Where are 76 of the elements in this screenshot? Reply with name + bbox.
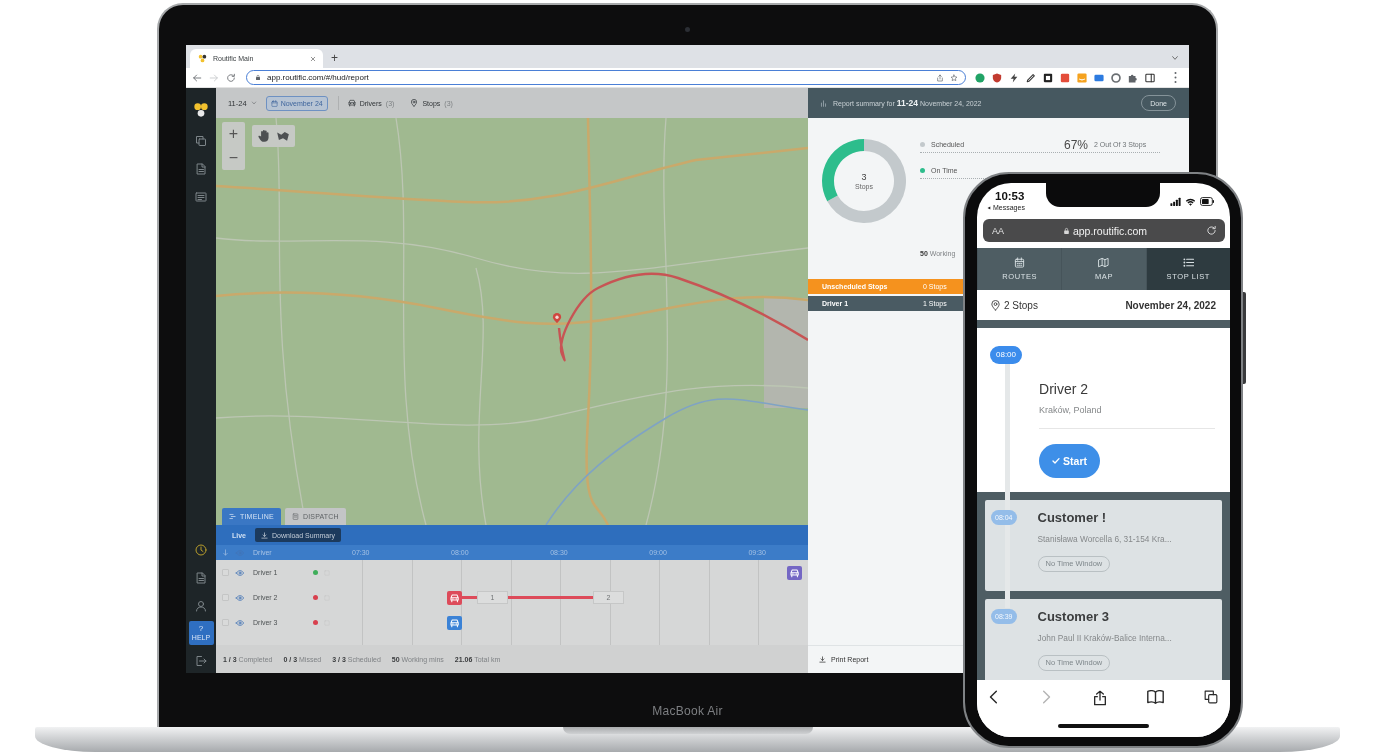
zoom-in-button[interactable]: + bbox=[222, 122, 245, 146]
book-icon[interactable] bbox=[1146, 690, 1164, 704]
copy-icon[interactable] bbox=[195, 135, 207, 147]
square-icon[interactable] bbox=[1043, 72, 1053, 83]
map-pin-icon bbox=[552, 312, 562, 325]
clock-icon[interactable] bbox=[195, 544, 207, 556]
share-icon[interactable] bbox=[1092, 690, 1107, 706]
document-icon[interactable] bbox=[195, 163, 207, 175]
caret-icon bbox=[250, 100, 257, 106]
bar-chart-icon bbox=[820, 99, 827, 107]
logout-icon[interactable] bbox=[195, 655, 207, 667]
car-icon[interactable] bbox=[447, 591, 462, 605]
clipboard-icon bbox=[291, 513, 299, 520]
car-icon[interactable] bbox=[787, 566, 802, 580]
back-icon[interactable] bbox=[988, 690, 1000, 704]
stop-card[interactable]: 08:00 Driver 2 Kraków, Poland Start bbox=[977, 328, 1230, 492]
tile-icon[interactable] bbox=[1060, 72, 1070, 83]
download-icon bbox=[261, 531, 268, 539]
close-icon[interactable] bbox=[310, 55, 316, 62]
battery-icon bbox=[1200, 196, 1214, 206]
eye-icon[interactable] bbox=[235, 568, 245, 577]
shield-icon[interactable] bbox=[992, 72, 1002, 83]
legend-percent: 67% bbox=[1063, 137, 1088, 152]
polygon-select-icon[interactable] bbox=[276, 129, 290, 143]
lock-icon bbox=[255, 74, 261, 81]
eye-icon[interactable] bbox=[235, 593, 245, 602]
lock-icon bbox=[1062, 226, 1070, 235]
webcam-dot bbox=[685, 27, 690, 32]
circle-icon[interactable] bbox=[975, 72, 985, 83]
pin-icon bbox=[410, 99, 419, 107]
address-field[interactable]: AA app.routific.com bbox=[983, 219, 1225, 242]
card-icon[interactable] bbox=[1094, 72, 1104, 83]
stop-address: Kraków, Poland bbox=[1039, 404, 1103, 416]
download-icon bbox=[819, 656, 826, 663]
chevron-down-icon[interactable] bbox=[1171, 54, 1179, 62]
eye-icon[interactable] bbox=[235, 618, 245, 627]
pin-icon bbox=[991, 299, 1000, 311]
status-time: 10:53 bbox=[995, 189, 1025, 203]
stop-time: 08:00 bbox=[990, 346, 1023, 364]
text-size-button[interactable]: AA bbox=[992, 225, 1004, 236]
calendar-icon bbox=[1014, 257, 1026, 268]
route-date: November 24, 2022 bbox=[1125, 299, 1216, 311]
zoom-out-button[interactable]: − bbox=[222, 146, 245, 170]
list-icon bbox=[1182, 257, 1194, 268]
circle-cluster-icon[interactable] bbox=[193, 102, 209, 118]
laptop-brand-label: MacBook Air bbox=[652, 704, 723, 718]
tabs-icon[interactable] bbox=[1204, 690, 1218, 704]
circle-cluster-icon bbox=[198, 54, 207, 63]
stop-title: Customer ! bbox=[1037, 510, 1108, 525]
person-icon[interactable] bbox=[195, 600, 207, 612]
signal-icon bbox=[1170, 196, 1181, 206]
star-icon[interactable] bbox=[950, 73, 958, 82]
car-icon bbox=[347, 99, 356, 107]
stop-count: 2 Stops bbox=[1004, 299, 1038, 311]
check-icon bbox=[1052, 457, 1061, 465]
lightning-icon[interactable] bbox=[1009, 72, 1019, 83]
ring-icon[interactable] bbox=[1111, 72, 1121, 83]
sidebar-icon[interactable] bbox=[1145, 72, 1155, 83]
smile-icon[interactable] bbox=[1077, 72, 1087, 83]
stop-title: Driver 2 bbox=[1039, 381, 1090, 398]
pen-icon[interactable] bbox=[1026, 72, 1036, 83]
list-card-icon[interactable] bbox=[195, 191, 207, 203]
car-icon[interactable] bbox=[447, 616, 462, 630]
wifi-icon bbox=[1185, 196, 1196, 206]
reload-icon[interactable] bbox=[226, 72, 236, 83]
timeline-icon bbox=[229, 513, 236, 520]
donut-center-value: 3 bbox=[861, 172, 867, 183]
menu-icon[interactable] bbox=[1174, 72, 1177, 83]
hand-icon[interactable] bbox=[257, 129, 271, 143]
new-tab-button[interactable]: + bbox=[331, 50, 338, 66]
puzzle-icon[interactable] bbox=[1128, 72, 1138, 83]
stop-title: Customer 3 bbox=[1037, 609, 1111, 624]
document-icon[interactable] bbox=[195, 572, 207, 584]
calendar-icon bbox=[270, 99, 278, 107]
map-icon bbox=[1098, 257, 1110, 268]
stop-address: Stanisława Worcella 6, 31-154 Kra... bbox=[1037, 533, 1173, 545]
